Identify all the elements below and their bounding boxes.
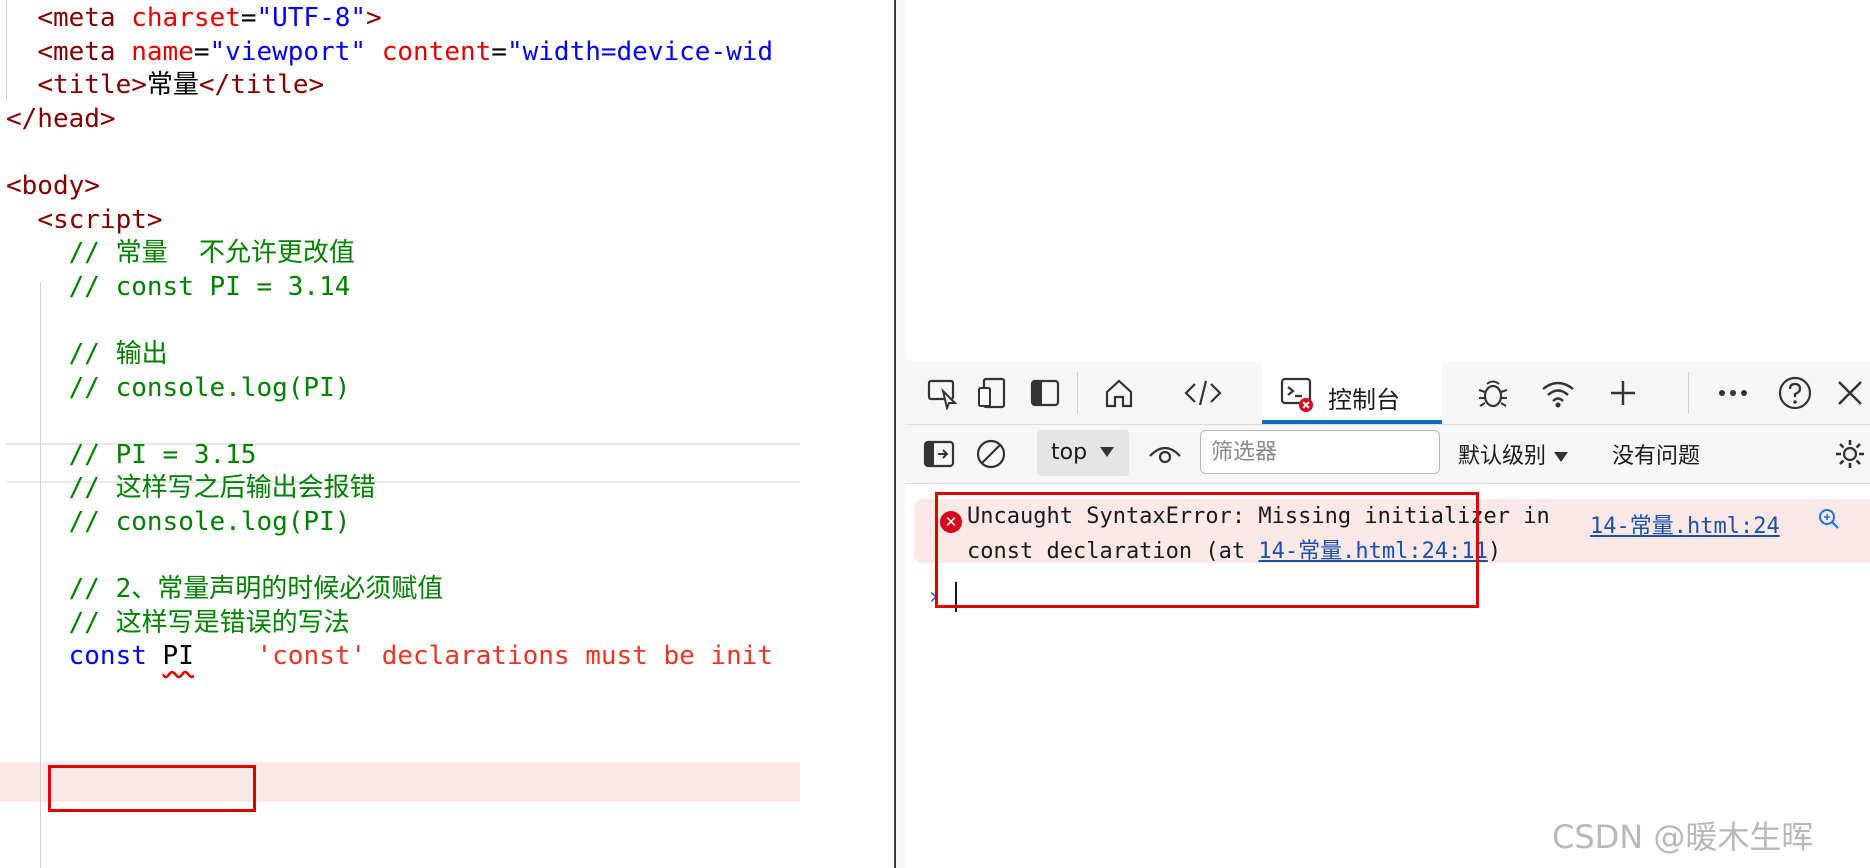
code-line[interactable]: <meta charset="UTF-8"> [6, 2, 382, 36]
log-levels-dropdown[interactable]: 默认级别 [1458, 438, 1569, 470]
issues-counter[interactable]: 没有问题 [1612, 438, 1700, 470]
dropdown-arrow-icon [1554, 452, 1569, 462]
code-line[interactable]: // 输出 [6, 338, 168, 372]
error-text-suffix: ) [1487, 539, 1502, 564]
home-icon[interactable] [1091, 362, 1147, 424]
context-value: top [1051, 440, 1088, 465]
code-token: // 这样写是错误的写法 [68, 607, 350, 638]
code-line[interactable]: // console.log(PI) [6, 506, 351, 540]
code-line[interactable]: // console.log(PI) [6, 372, 351, 406]
clear-console-icon[interactable] [971, 425, 1011, 483]
code-token: PI [162, 641, 194, 672]
code-editor[interactable]: <meta charset="UTF-8"> <meta name="viewp… [0, 0, 800, 868]
code-line[interactable]: // PI = 3.15 [6, 439, 257, 473]
code-token: <title> [37, 70, 147, 101]
minimap[interactable] [800, 0, 1694, 868]
wifi-icon[interactable] [1530, 362, 1586, 424]
code-token: // 2、常量声明的时候必须赋值 [68, 574, 444, 605]
annotation-box-error [935, 492, 1479, 608]
devtools-tab-bar: 控制台 [905, 362, 1870, 425]
code-token: <script> [37, 204, 163, 235]
tab-console-underline [1262, 420, 1442, 424]
code-token: <meta [37, 36, 132, 67]
console-toolbar: top 默认级别 没有问题 [905, 425, 1870, 484]
toolbar-separator [1077, 372, 1078, 414]
code-token: 'const' declarations must be init [256, 641, 774, 672]
code-token: charset [131, 3, 241, 33]
settings-gear-icon[interactable] [1829, 425, 1870, 483]
tab-console-label[interactable]: 控制台 [1328, 380, 1400, 415]
code-token: </head> [6, 103, 116, 134]
code-token: // console.log(PI) [68, 507, 351, 537]
console-sidebar-icon[interactable] [919, 425, 959, 483]
inspect-element-icon[interactable] [921, 362, 965, 424]
context-selector[interactable]: top [1037, 430, 1129, 476]
code-token: </title> [198, 70, 325, 101]
filter-input[interactable] [1200, 430, 1440, 474]
toolbar-separator [1688, 372, 1689, 414]
code-token: "width=device-wid [506, 36, 774, 67]
code-token: = [240, 3, 257, 33]
code-token: = [491, 36, 507, 67]
code-token: // const PI = 3.14 [68, 271, 351, 302]
code-token: 常量 [146, 70, 199, 101]
code-line[interactable]: <title>常量</title> [6, 69, 324, 103]
close-icon[interactable] [1829, 362, 1870, 424]
error-source-link[interactable]: 14-常量.html:24 [1590, 508, 1780, 540]
bug-icon[interactable] [1465, 362, 1521, 424]
device-emulation-icon[interactable] [971, 362, 1015, 424]
code-token: // console.log(PI) [68, 372, 351, 403]
code-token: // 输出 [68, 339, 168, 369]
live-expression-eye-icon[interactable] [1145, 425, 1185, 483]
plus-icon[interactable] [1595, 362, 1651, 424]
log-levels-label: 默认级别 [1458, 444, 1547, 469]
code-line[interactable]: // 这样写之后输出会报错 [6, 472, 376, 506]
annotation-box-const-pi [48, 765, 256, 812]
watermark: CSDN @暖木生晖 [1552, 818, 1814, 856]
code-line[interactable]: <script> [6, 204, 163, 238]
web-page-viewport[interactable] [905, 0, 1870, 362]
dropdown-arrow-icon [1100, 447, 1114, 457]
code-line[interactable]: const PI 'const' declarations must be in… [6, 640, 773, 674]
code-brackets-icon[interactable] [1171, 362, 1235, 424]
code-line[interactable]: <body> [6, 170, 100, 204]
code-token: content [381, 36, 492, 67]
code-token: <body> [6, 171, 100, 201]
code-line[interactable]: <meta name="viewport" content="width=dev… [6, 36, 773, 70]
code-line[interactable]: // const PI = 3.14 [6, 271, 351, 305]
code-token: // 常量 不允许更改值 [68, 238, 355, 269]
code-token: "UTF-8" [256, 3, 367, 33]
code-token: > [366, 3, 382, 33]
code-token: // PI = 3.15 [68, 439, 257, 470]
code-line[interactable]: // 2、常量声明的时候必须赋值 [6, 573, 444, 607]
search-icon[interactable] [1817, 507, 1841, 531]
code-line[interactable]: // 这样写是错误的写法 [6, 607, 350, 641]
devtools-panel: 控制台 top 筛选器 默认级别 没有问题 ✕ Uncaught SyntaxE… [905, 362, 1870, 868]
code-token: const [68, 641, 163, 672]
code-token: <meta [37, 3, 132, 33]
code-token: "viewport" [209, 36, 367, 67]
code-token: name [131, 36, 194, 67]
code-token: = [193, 36, 210, 67]
code-line[interactable]: // 常量 不允许更改值 [6, 237, 355, 271]
toggle-sidebar-icon[interactable] [1023, 362, 1067, 424]
code-line[interactable]: </head> [6, 103, 116, 137]
help-icon[interactable] [1767, 362, 1823, 424]
code-token: // 这样写之后输出会报错 [68, 473, 376, 504]
ellipsis-icon[interactable] [1705, 362, 1761, 424]
